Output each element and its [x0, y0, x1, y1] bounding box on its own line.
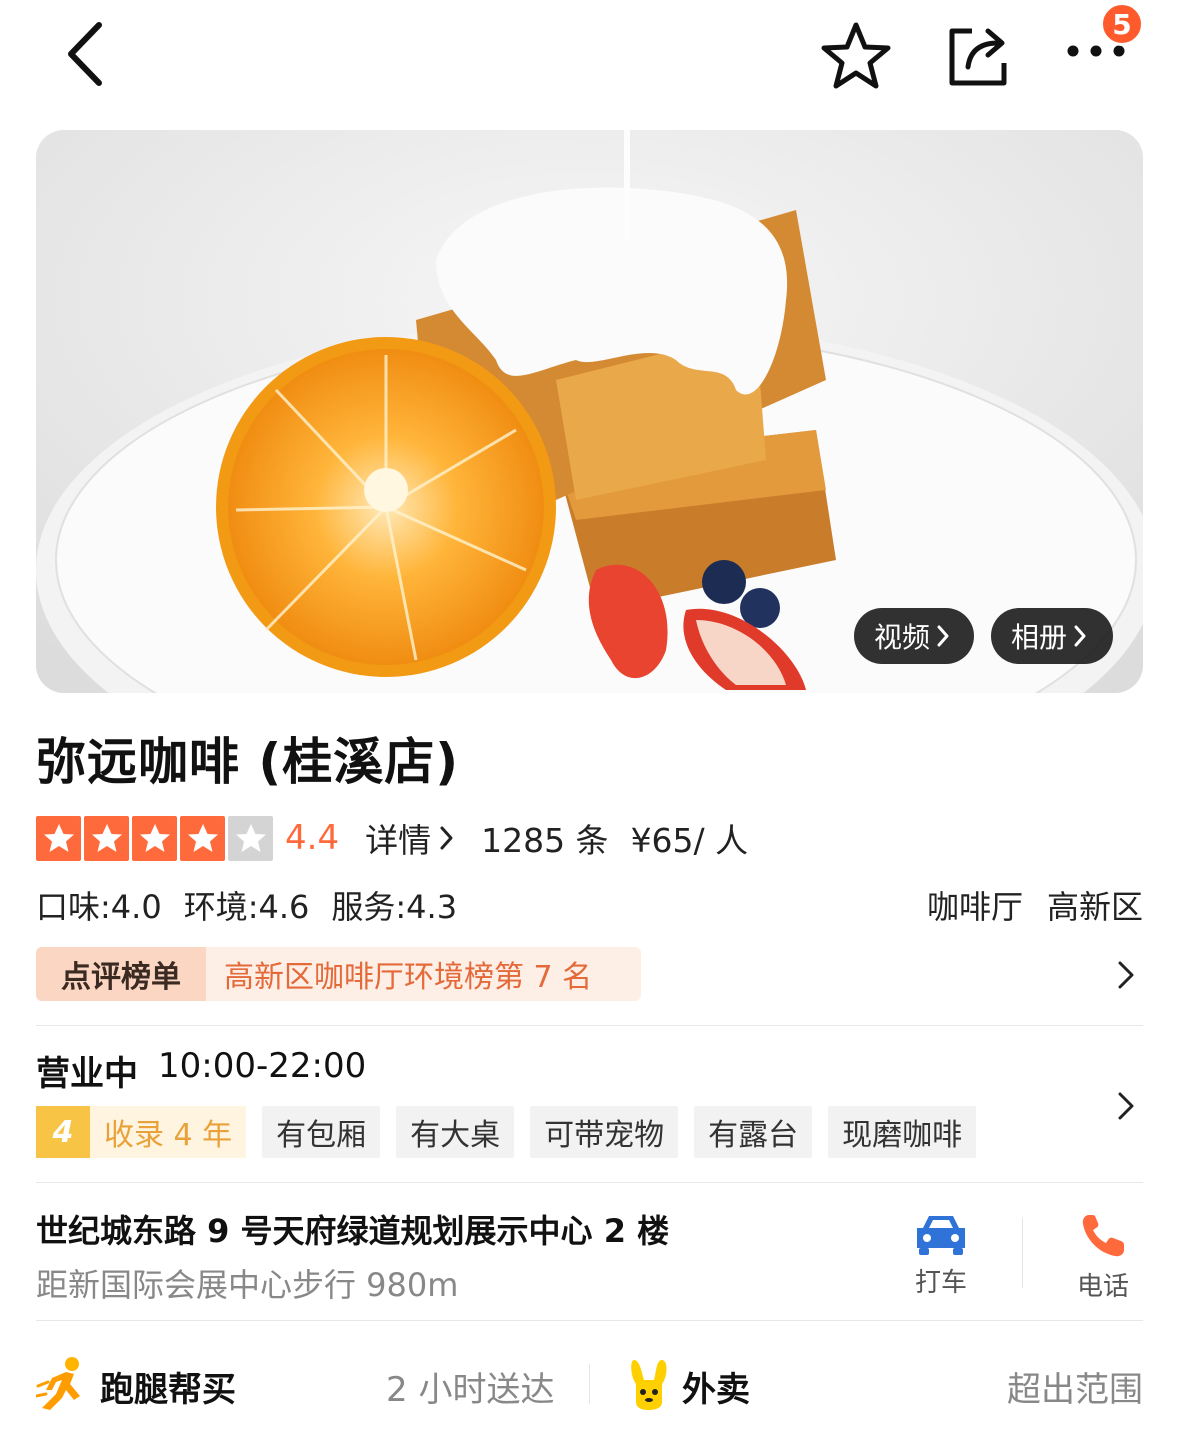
phone-icon — [1082, 1215, 1124, 1257]
rabbit-delivery-icon — [631, 1360, 667, 1410]
years-text: 收录 4 年 — [90, 1106, 247, 1158]
phone-button[interactable]: 电话 — [1058, 1212, 1148, 1303]
star-filled-icon — [36, 815, 81, 861]
taxi-button[interactable]: 打车 — [896, 1212, 986, 1299]
divider — [589, 1364, 590, 1404]
star-filled-icon — [180, 815, 225, 861]
divider — [36, 1182, 1143, 1183]
category-label[interactable]: 咖啡厅 — [927, 882, 1023, 928]
phone-label: 电话 — [1076, 1272, 1129, 1302]
star-filled-icon — [84, 815, 129, 861]
errand-service-label[interactable]: 跑腿帮买 — [100, 1362, 236, 1411]
ranking-badge-label: 点评榜单 — [61, 960, 181, 995]
sub-score-row: 口味:4.0 环境:4.6 服务:4.3 咖啡厅 高新区 — [36, 882, 1143, 928]
business-hours[interactable]: 营业中 10:00-22:00 — [36, 1046, 366, 1095]
notification-badge: 5 — [1100, 2, 1144, 46]
tag-private-room: 有包厢 — [262, 1106, 381, 1158]
back-button[interactable] — [50, 14, 120, 94]
address[interactable]: 世纪城东路 9 号天府绿道规划展示中心 2 楼 — [36, 1206, 669, 1252]
food-photo — [36, 130, 1143, 693]
taste-score: 口味:4.0 — [36, 888, 162, 926]
open-status: 营业中 — [36, 1054, 138, 1094]
feature-tags: 4 收录 4 年 有包厢 有大桌 可带宠物 有露台 现磨咖啡 — [36, 1106, 977, 1158]
detail-link[interactable]: 详情 — [365, 814, 455, 862]
share-icon — [949, 28, 1007, 86]
taxi-label: 打车 — [914, 1268, 967, 1298]
star-filled-icon — [132, 815, 177, 861]
years-number: 4 — [36, 1106, 90, 1158]
review-count[interactable]: 1285 条 — [481, 814, 608, 862]
errand-time: 2 小时送达 — [386, 1370, 555, 1410]
album-button[interactable]: 相册 — [991, 608, 1113, 664]
share-button[interactable] — [938, 12, 1018, 100]
divider — [36, 1025, 1143, 1026]
ranking-text: 高新区咖啡厅环境榜第 7 名 — [224, 960, 593, 995]
delivery-status: 超出范围 — [1007, 1370, 1143, 1410]
divider — [36, 1320, 1143, 1321]
chevron-right-icon — [937, 625, 949, 647]
divider — [1022, 1218, 1023, 1288]
detail-label: 详情 — [365, 821, 432, 860]
star-rating — [36, 815, 273, 861]
chevron-right-icon[interactable] — [1116, 1090, 1136, 1122]
album-label: 相册 — [1011, 621, 1068, 654]
chevron-right-icon — [1118, 961, 1134, 989]
back-arrow-icon — [68, 22, 102, 86]
price-per-person: ¥65/ 人 — [630, 821, 749, 860]
service-score: 服务:4.3 — [331, 888, 458, 926]
favorite-button[interactable] — [812, 12, 900, 100]
chevron-right-icon — [440, 826, 453, 850]
tag-fresh-coffee: 现磨咖啡 — [828, 1106, 977, 1158]
tag-large-table: 有大桌 — [396, 1106, 515, 1158]
ranking-badge: 点评榜单 — [36, 947, 206, 1001]
years-listed-tag: 4 收录 4 年 — [36, 1106, 247, 1158]
open-time: 10:00-22:00 — [158, 1046, 367, 1086]
ranking-row[interactable]: 点评榜单 高新区咖啡厅环境榜第 7 名 — [36, 947, 1143, 1001]
star-outline-icon — [821, 22, 891, 89]
running-icon — [36, 1357, 80, 1410]
district-label[interactable]: 高新区 — [1047, 882, 1143, 928]
chevron-right-icon — [1074, 625, 1086, 647]
tag-pet-friendly: 可带宠物 — [530, 1106, 679, 1158]
hero-photo[interactable]: 视频 相册 — [36, 130, 1143, 693]
top-bar: 5 — [0, 0, 1179, 110]
rating-row: 4.4 详情 1285 条 ¥65/ 人 — [36, 814, 748, 862]
more-dots-icon — [1067, 45, 1125, 57]
distance-info: 距新国际会展中心步行 980m — [36, 1266, 459, 1304]
video-button[interactable]: 视频 — [854, 608, 974, 664]
video-label: 视频 — [874, 621, 931, 654]
delivery-label[interactable]: 外卖 — [682, 1362, 750, 1411]
car-icon — [917, 1216, 965, 1255]
tag-terrace: 有露台 — [694, 1106, 813, 1158]
rating-score: 4.4 — [285, 818, 340, 858]
star-empty-icon — [228, 815, 273, 861]
ranking-tag: 点评榜单 高新区咖啡厅环境榜第 7 名 — [36, 947, 641, 1001]
service-row: 跑腿帮买 2 小时送达 外卖 超出范围 — [36, 1352, 1143, 1418]
shop-name: 弥远咖啡 (桂溪店) — [36, 733, 460, 791]
environment-score: 环境:4.6 — [183, 888, 310, 926]
